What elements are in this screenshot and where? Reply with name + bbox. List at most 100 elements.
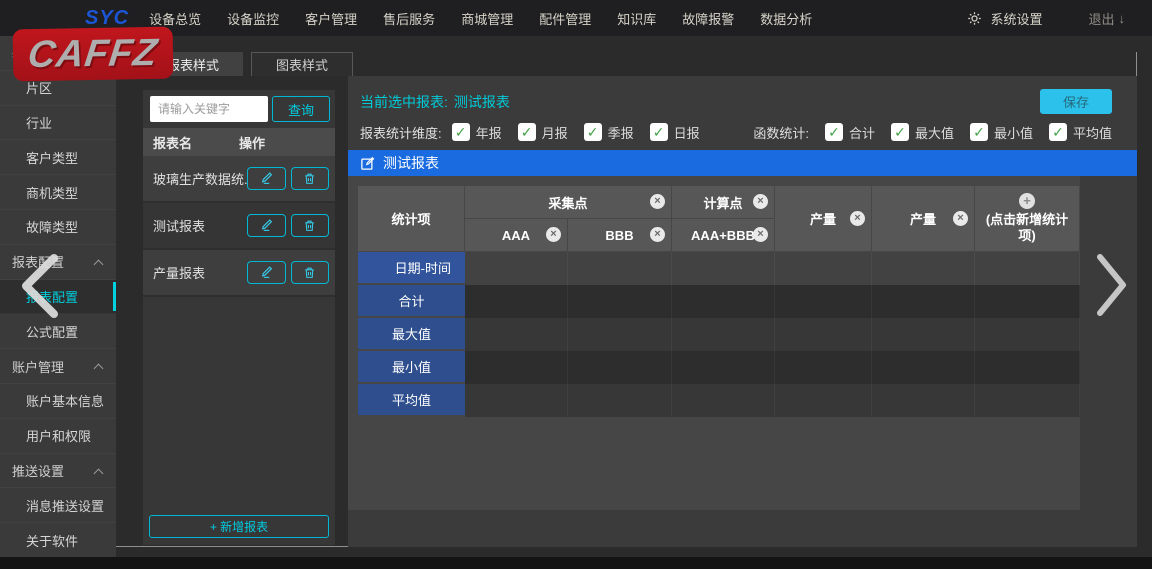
remove-column-icon[interactable]: × bbox=[650, 227, 665, 242]
add-column-header[interactable]: + (点击新增统计项) bbox=[975, 186, 1080, 252]
sub-column-header: AAA× bbox=[465, 219, 568, 252]
column-group-label: 计算点 bbox=[704, 196, 743, 211]
row-label: 平均值 bbox=[358, 384, 465, 417]
nav-item[interactable]: 设备监控 bbox=[227, 9, 279, 28]
delete-report-button[interactable] bbox=[291, 261, 330, 284]
table-cell bbox=[975, 252, 1080, 285]
sidebar-item[interactable]: 故障类型 bbox=[0, 210, 116, 245]
sidebar-item[interactable]: 账户基本信息 bbox=[0, 384, 116, 419]
nav-item[interactable]: 数据分析 bbox=[760, 9, 812, 28]
pencil-icon bbox=[260, 219, 273, 232]
remove-column-icon[interactable]: × bbox=[546, 227, 561, 242]
delete-report-button[interactable] bbox=[291, 167, 330, 190]
system-settings-button[interactable]: 系统设置 bbox=[990, 9, 1042, 28]
function-checkbox-item[interactable]: ✓平均值 bbox=[1049, 123, 1112, 142]
report-name: 产量报表 bbox=[143, 263, 247, 282]
function-checkbox-item[interactable]: ✓最大值 bbox=[891, 123, 954, 142]
nav-item[interactable]: 配件管理 bbox=[539, 9, 591, 28]
checkbox-checked[interactable]: ✓ bbox=[452, 123, 470, 141]
remove-column-icon[interactable]: × bbox=[650, 194, 665, 209]
sidebar-item-label: 关于软件 bbox=[26, 531, 78, 550]
nav-item[interactable]: 故障报警 bbox=[682, 9, 734, 28]
sidebar-item[interactable]: 消息推送设置 bbox=[0, 488, 116, 523]
next-arrow[interactable] bbox=[1092, 250, 1130, 325]
selected-report-row: 当前选中报表: 测试报表 保存 bbox=[360, 89, 1112, 114]
checkbox-checked[interactable]: ✓ bbox=[650, 123, 668, 141]
nav-item[interactable]: 客户管理 bbox=[305, 9, 357, 28]
edit-report-button[interactable] bbox=[247, 261, 286, 284]
nav-item[interactable]: 设备总览 bbox=[149, 9, 201, 28]
report-list-row[interactable]: 玻璃生产数据统... bbox=[143, 156, 335, 203]
dimension-checkbox-item[interactable]: ✓月报 bbox=[518, 123, 568, 142]
edit-report-button[interactable] bbox=[247, 167, 286, 190]
function-label: 函数统计: bbox=[753, 123, 809, 142]
remove-column-icon[interactable]: × bbox=[753, 194, 768, 209]
sidebar-item-label: 消息推送设置 bbox=[26, 496, 104, 515]
nav-item[interactable]: 知识库 bbox=[617, 9, 656, 28]
tab-inactive[interactable]: 图表样式 bbox=[251, 52, 353, 76]
nav-item[interactable]: 商城管理 bbox=[461, 9, 513, 28]
logout-button[interactable]: 退出 ↓ bbox=[1088, 9, 1125, 28]
checkbox-checked[interactable]: ✓ bbox=[518, 123, 536, 141]
sidebar-item-label: 账户管理 bbox=[12, 357, 64, 376]
remove-column-icon[interactable]: × bbox=[753, 227, 768, 242]
table-cell bbox=[465, 252, 568, 285]
search-input[interactable] bbox=[150, 96, 268, 122]
table-cell bbox=[975, 318, 1080, 351]
sidebar-item[interactable]: 行业 bbox=[0, 106, 116, 141]
sidebar-item[interactable]: 关于软件 bbox=[0, 523, 116, 558]
delete-report-button[interactable] bbox=[291, 214, 330, 237]
brand-logo: SYC bbox=[85, 7, 129, 30]
sidebar-item[interactable]: 客户类型 bbox=[0, 140, 116, 175]
sidebar-item[interactable]: 账户管理 bbox=[0, 349, 116, 384]
dimension-checkbox-item[interactable]: ✓ 日报 bbox=[650, 123, 700, 142]
checkbox-checked[interactable]: ✓ bbox=[970, 123, 988, 141]
plus-icon[interactable]: + bbox=[1019, 193, 1035, 209]
report-list-row[interactable]: 产量报表 bbox=[143, 250, 335, 297]
logout-label: 退出 bbox=[1088, 9, 1114, 28]
dimension-checkbox-item[interactable]: ✓年报 bbox=[452, 123, 502, 142]
add-report-button[interactable]: + 新增报表 bbox=[149, 515, 329, 538]
sidebar-item[interactable]: 商机类型 bbox=[0, 175, 116, 210]
table-cell bbox=[775, 351, 872, 384]
report-table: 统计项采集点×计算点×产量×产量×+(点击新增统计项)AAA×BBB×AAA+B… bbox=[358, 186, 1080, 417]
nav-item[interactable]: 售后服务 bbox=[383, 9, 435, 28]
report-list-row[interactable]: 测试报表 bbox=[143, 203, 335, 250]
selected-report-value: 测试报表 bbox=[454, 92, 510, 112]
table-cell bbox=[872, 285, 975, 318]
table-cell bbox=[672, 285, 775, 318]
dimension-checkbox-item[interactable]: ✓季报 bbox=[584, 123, 634, 142]
remove-column-icon[interactable]: × bbox=[850, 211, 865, 226]
function-checkbox-item[interactable]: ✓最小值 bbox=[970, 123, 1033, 142]
selected-report-label: 当前选中报表: bbox=[360, 92, 448, 112]
previous-arrow[interactable] bbox=[16, 252, 62, 325]
table-cell bbox=[872, 351, 975, 384]
checkbox-checked[interactable]: ✓ bbox=[825, 123, 843, 141]
column-report-name: 报表名 bbox=[143, 133, 239, 152]
table-cell bbox=[672, 351, 775, 384]
sub-column-label: AAA+BBB bbox=[691, 228, 755, 243]
checkbox-checked[interactable]: ✓ bbox=[584, 123, 602, 141]
function-checkbox-item[interactable]: ✓合计 bbox=[825, 123, 875, 142]
sidebar-item[interactable]: 用户和权限 bbox=[0, 419, 116, 454]
add-column-label: (点击新增统计项) bbox=[986, 212, 1068, 243]
search-row: 查询 bbox=[143, 90, 335, 128]
pencil-icon bbox=[260, 172, 273, 185]
edit-report-icon[interactable] bbox=[360, 156, 375, 171]
remove-column-icon[interactable]: × bbox=[953, 211, 968, 226]
checkbox-checked[interactable]: ✓ bbox=[891, 123, 909, 141]
dimension-checkbox-label: 日报 bbox=[674, 123, 700, 142]
table-cell bbox=[775, 318, 872, 351]
query-button[interactable]: 查询 bbox=[272, 96, 330, 122]
table-cell bbox=[872, 252, 975, 285]
table-row: 最大值 bbox=[358, 318, 1080, 351]
stat-item-corner-header: 统计项 bbox=[358, 186, 465, 252]
table-row: 平均值 bbox=[358, 384, 1080, 417]
checkbox-checked[interactable]: ✓ bbox=[1049, 123, 1067, 141]
report-name: 测试报表 bbox=[143, 216, 247, 235]
table-row: 最小值 bbox=[358, 351, 1080, 384]
report-name: 玻璃生产数据统... bbox=[143, 169, 247, 188]
sidebar-item[interactable]: 推送设置 bbox=[0, 454, 116, 489]
edit-report-button[interactable] bbox=[247, 214, 286, 237]
save-button[interactable]: 保存 bbox=[1040, 89, 1112, 114]
